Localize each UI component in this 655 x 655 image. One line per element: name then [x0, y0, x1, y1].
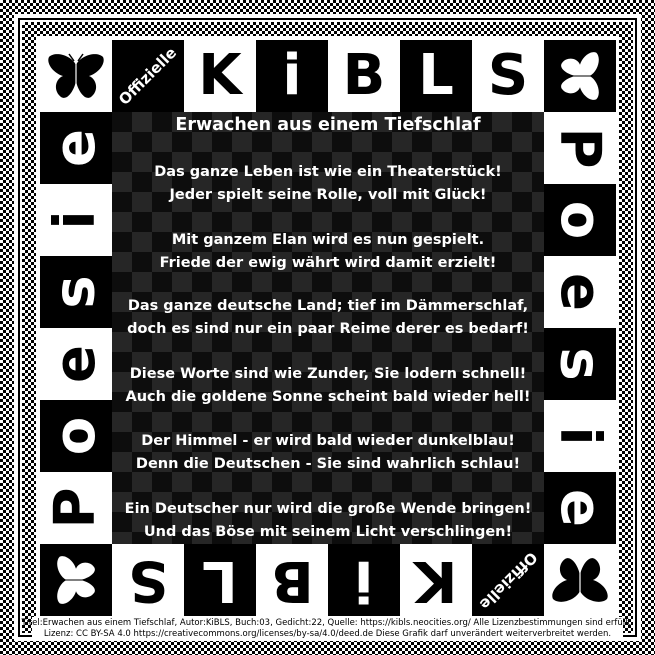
- left-letter-tile: P: [40, 472, 112, 544]
- banner-letter: i: [42, 210, 108, 230]
- badge-top: Offizielle: [112, 40, 184, 112]
- banner-letter: e: [42, 129, 108, 167]
- right-letter-tile: o: [544, 184, 616, 256]
- poem-line: Friede der ewig währt wird damit erzielt…: [159, 255, 497, 271]
- banner-letter: P: [42, 487, 108, 529]
- banner-letter: i: [547, 426, 613, 446]
- badge-bottom: Offizielle: [472, 544, 544, 616]
- poem-stanza: Mit ganzem Elan wird es nun gespielt. Fr…: [112, 229, 544, 275]
- banner-letter: S: [127, 548, 169, 613]
- banner-letter: o: [547, 200, 613, 240]
- top-letter-tile: L: [400, 40, 472, 112]
- bottom-letter-tile: S: [112, 544, 184, 616]
- banner-letter: P: [547, 127, 613, 169]
- footer-license: Lizenz: CC BY-SA 4.0 https://creativecom…: [43, 629, 612, 639]
- left-letter-tile: s: [40, 256, 112, 328]
- right-letter-tile: P: [544, 112, 616, 184]
- banner-letter: o: [42, 416, 108, 456]
- banner-letter: i: [282, 43, 302, 108]
- banner-letter: e: [42, 345, 108, 383]
- banner-letter: e: [547, 273, 613, 311]
- banner-letter: e: [547, 489, 613, 527]
- top-letter-tile: S: [472, 40, 544, 112]
- top-letter-tile: i: [256, 40, 328, 112]
- banner-letter: K: [414, 548, 458, 613]
- poem-stanza: Das ganze deutsche Land; tief im Dämmers…: [112, 295, 544, 341]
- banner-letter: s: [548, 347, 613, 381]
- left-letter-tile: o: [40, 400, 112, 472]
- bottom-letter-tile: K: [400, 544, 472, 616]
- poem-line: Ein Deutscher nur wird die große Wende b…: [124, 501, 532, 517]
- poem-line: Auch die goldene Sonne scheint bald wied…: [125, 389, 531, 405]
- poem-stanza: Ein Deutscher nur wird die große Wende b…: [112, 498, 544, 544]
- bottom-letter-tile: L: [184, 544, 256, 616]
- right-letter-tile: i: [544, 400, 616, 472]
- bottom-letter-tile: i: [328, 544, 400, 616]
- poem-line: Das ganze Leben ist wie ein Theaterstück…: [154, 164, 502, 180]
- poem-line: doch es sind nur ein paar Reime derer es…: [127, 321, 529, 337]
- banner-letter: S: [487, 43, 529, 108]
- right-letter-tile: s: [544, 328, 616, 400]
- banner-letter: L: [418, 43, 454, 108]
- footer-credits: Titel:Erwachen aus einem Tiefschlaf, Aut…: [21, 618, 634, 628]
- poem-title: Erwachen aus einem Tiefschlaf: [175, 115, 481, 135]
- corner-top-right: [544, 40, 616, 112]
- right-letter-tile: e: [544, 256, 616, 328]
- poem-line: Diese Worte sind wie Zunder, Sie lodern …: [129, 366, 527, 382]
- poem-stanza: Das ganze Leben ist wie ein Theaterstück…: [112, 161, 544, 207]
- banner-letter: s: [43, 275, 108, 309]
- banner-letter: i: [354, 548, 374, 613]
- top-letter-tile: K: [184, 40, 256, 112]
- left-letter-tile: e: [40, 328, 112, 400]
- badge-label: Offizielle: [115, 43, 181, 109]
- top-letter-tile: B: [328, 40, 400, 112]
- badge-label: Offizielle: [475, 547, 541, 613]
- butterfly-icon: [561, 52, 599, 100]
- poem-stanza: Der Himmel - er wird bald wieder dunkelb…: [112, 430, 544, 476]
- poem-line: Der Himmel - er wird bald wieder dunkelb…: [141, 433, 515, 449]
- bottom-letter-tile: B: [256, 544, 328, 616]
- left-letter-tile: i: [40, 184, 112, 256]
- banner-letter: B: [270, 548, 314, 613]
- poem-line: Mit ganzem Elan wird es nun gespielt.: [171, 232, 485, 248]
- poem-line: Das ganze deutsche Land; tief im Dämmers…: [127, 298, 529, 314]
- corner-bottom-left: [40, 544, 112, 616]
- butterfly-icon: [57, 556, 95, 604]
- butterfly-icon: [48, 53, 104, 98]
- poem-stanza: Diese Worte sind wie Zunder, Sie lodern …: [112, 363, 544, 409]
- poem-line: Und das Böse mit seinem Licht verschling…: [143, 524, 513, 540]
- corner-bottom-right: [544, 544, 616, 616]
- banner-letter: K: [198, 43, 242, 108]
- poem-line: Denn die Deutschen - Sie sind wahrlich s…: [135, 456, 521, 472]
- right-letter-tile: e: [544, 472, 616, 544]
- banner-letter: B: [342, 43, 386, 108]
- butterfly-icon: [552, 558, 608, 602]
- banner-letter: L: [202, 548, 238, 613]
- corner-top-left: [40, 40, 112, 112]
- poem-line: Jeder spielt seine Rolle, voll mit Glück…: [169, 187, 487, 203]
- left-letter-tile: e: [40, 112, 112, 184]
- poem-poster: Offizielle K i B L S e i s e o P P o e s…: [0, 0, 655, 655]
